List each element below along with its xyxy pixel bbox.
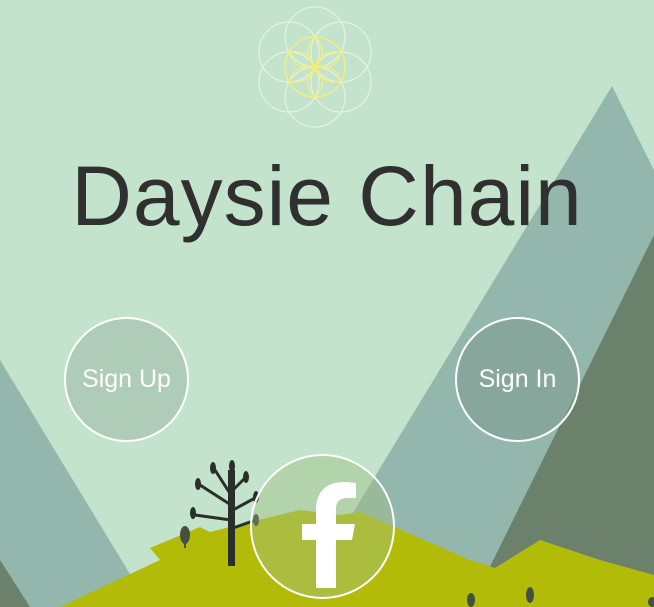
facebook-login-button[interactable] bbox=[250, 454, 395, 599]
facebook-icon bbox=[301, 481, 356, 588]
sign-in-label: Sign In bbox=[478, 365, 557, 393]
sign-up-button[interactable]: Sign Up bbox=[64, 317, 189, 442]
sign-in-button[interactable]: Sign In bbox=[455, 317, 580, 442]
sign-up-label: Sign Up bbox=[82, 365, 171, 393]
app-title: Daysie Chain bbox=[71, 149, 583, 243]
flower-of-life-icon bbox=[258, 6, 372, 128]
